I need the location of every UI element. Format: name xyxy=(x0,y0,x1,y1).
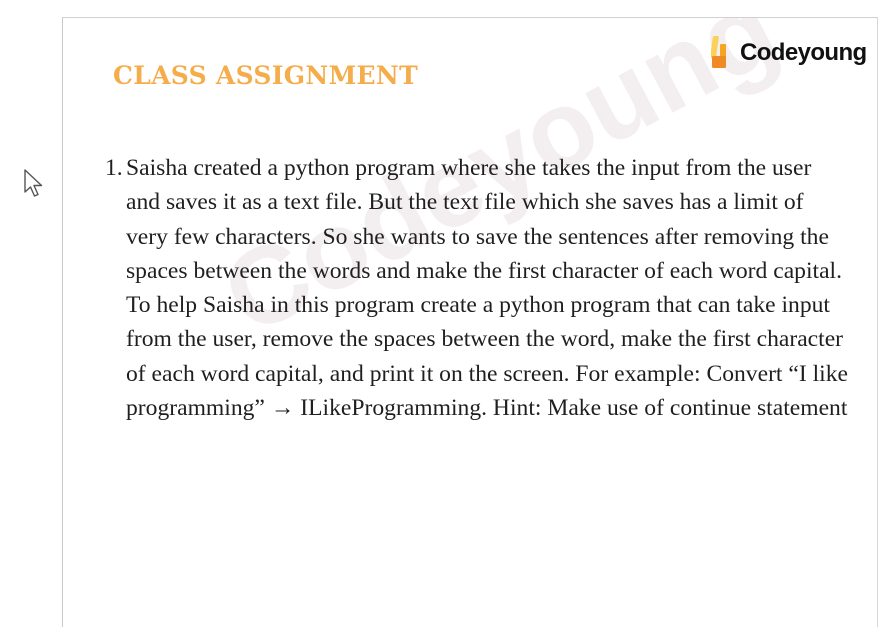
slide: Codeyoung Codeyoung CLASS ASSIGNMENT 1. … xyxy=(62,17,878,627)
question-text: Saisha created a python program where sh… xyxy=(126,155,848,422)
slide-title: CLASS ASSIGNMENT xyxy=(113,61,418,90)
codeyoung-logo-icon xyxy=(711,36,726,68)
logo-text: Codeyoung xyxy=(740,39,867,66)
question-item: 1. Saisha created a python program where… xyxy=(105,151,851,425)
mouse-pointer-icon xyxy=(24,169,43,197)
codeyoung-logo: Codeyoung xyxy=(711,36,867,70)
screen: Codeyoung Codeyoung CLASS ASSIGNMENT 1. … xyxy=(0,0,878,627)
question-number: 1. xyxy=(105,155,123,181)
